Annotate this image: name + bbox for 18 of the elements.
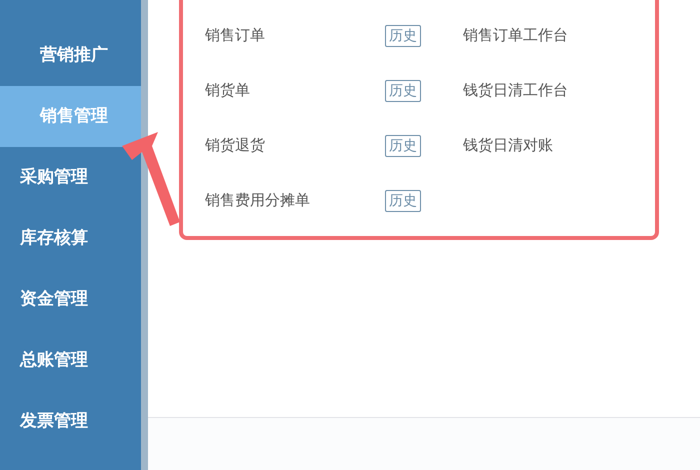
sidebar-item[interactable]: 销售管理 (0, 86, 141, 147)
sidebar-item[interactable]: 库存核算 (0, 208, 141, 269)
menu-item[interactable]: 销货单 (205, 79, 385, 102)
history-tag[interactable]: 历史 (385, 134, 421, 156)
sidebar-item[interactable]: 营销推广 (0, 25, 141, 86)
history-tag[interactable]: 历史 (385, 190, 421, 212)
menu-item[interactable]: 销售费用分摊单 (205, 189, 385, 212)
menu-item[interactable]: 钱货日清对账 (463, 134, 553, 157)
menu-item[interactable]: 销售订单工作台 (463, 24, 568, 47)
sidebar-item[interactable]: 资金管理 (0, 269, 141, 330)
sidebar-item[interactable]: 采购管理 (0, 147, 141, 208)
history-tag[interactable]: 历史 (385, 80, 421, 102)
menu-item[interactable]: 销货退货 (205, 134, 385, 157)
sidebar-item[interactable]: 发票管理 (0, 391, 141, 452)
history-tag[interactable]: 历史 (385, 24, 421, 46)
menu-item[interactable]: 钱货日清工作台 (463, 79, 568, 102)
menu-item[interactable]: 销售订单 (205, 24, 385, 47)
sidebar-item[interactable]: 总账管理 (0, 330, 141, 391)
